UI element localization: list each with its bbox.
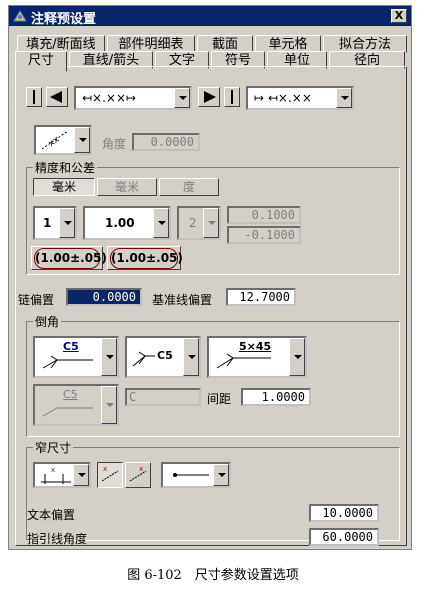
text-offset-field[interactable]: 10.0000 (309, 504, 379, 522)
chamfer-leader-icon (132, 351, 155, 367)
chamfer-style-c-combo[interactable]: 5×45 (207, 336, 307, 378)
tolerance-precision-combo[interactable]: 2 (177, 206, 221, 240)
chain-offset-label: 链偏置 (18, 293, 55, 307)
chevron-down-icon[interactable] (336, 88, 352, 108)
app-icon (13, 10, 27, 22)
narrow-dimension-icon: x (41, 466, 71, 484)
unit-degree-button[interactable]: 度 (159, 178, 219, 196)
baseline-offset-label: 基准线偏置 (152, 293, 213, 307)
tab-dimension[interactable]: 尺寸 (15, 51, 67, 72)
narrow-text-parallel-button[interactable]: x (125, 462, 151, 488)
leader-angle-field[interactable]: 60.0000 (309, 528, 379, 546)
extension-line-left-button[interactable] (26, 87, 42, 107)
arrow-right-icon (204, 91, 216, 103)
tolerance-type-value: 1.00 (105, 216, 135, 230)
annotation-preferences-dialog: 注释预设置 X 填充/断面线 部件明细表 截面 单元格 拟合方法 尺寸 直线/箭… (8, 5, 412, 550)
narrow-leader-combo[interactable] (161, 462, 231, 488)
svg-text:x: x (51, 466, 55, 474)
chevron-down-icon[interactable] (74, 127, 90, 153)
chevron-down-icon[interactable] (73, 464, 89, 486)
chevron-down-icon[interactable] (153, 208, 169, 238)
dimension-placement-combo[interactable]: ↤×.××↦ (74, 86, 192, 110)
lower-tolerance-field[interactable]: -0.1000 (227, 226, 301, 244)
angle-label: 角度 (102, 137, 127, 151)
narrow-parallel-icon: x (129, 465, 147, 482)
chevron-down-icon[interactable] (174, 88, 190, 108)
spacing-label: 间距 (207, 392, 232, 406)
extension-line-icon (231, 90, 233, 104)
tolerance-preset-a-button[interactable]: (1.00±.05) (31, 246, 107, 270)
upper-tolerance-field[interactable]: 0.1000 (227, 206, 301, 224)
tolerance-type-combo[interactable]: 1.00 (83, 206, 171, 240)
tolerance-preset-a: (1.00±.05) (34, 248, 107, 269)
arrow-left-button[interactable] (46, 87, 68, 107)
arrow-right-button[interactable] (198, 87, 220, 107)
narrow-style-combo[interactable]: x (33, 462, 91, 488)
extension-line-icon (33, 90, 35, 104)
tolerance-precision-value: 2 (189, 216, 197, 230)
precision-group-title: 精度和公差 (33, 159, 98, 176)
text-orientation-combo[interactable]: xx (34, 125, 92, 155)
dimension-panel: ↤×.××↦ ↦ ↤×.×× xx 角度 0.0000 精度和公差 毫米 毫米 … (15, 66, 407, 546)
aligned-text-icon: xx (41, 130, 69, 150)
unit-mm-button[interactable]: 毫米 (33, 178, 95, 196)
baseline-offset-field[interactable]: 12.7000 (226, 288, 296, 306)
text-offset-label: 文本偏置 (27, 508, 76, 522)
arrow-left-icon (50, 91, 62, 103)
svg-text:x: x (139, 465, 143, 473)
window-title: 注释预设置 (31, 12, 97, 27)
extension-line-right-button[interactable] (224, 87, 240, 107)
chevron-down-icon[interactable] (213, 464, 229, 486)
tolerance-preset-b-button[interactable]: (1.00±.05) (107, 246, 183, 270)
text-placement-value: ↦ ↤×.×× (254, 91, 312, 105)
precision-value: 1 (43, 216, 52, 230)
chevron-down-icon[interactable] (183, 338, 199, 376)
leader-angle-label: 指引线角度 (27, 532, 88, 546)
unit-mm-disabled-button[interactable]: 毫米 (97, 178, 157, 196)
leader-line-icon (173, 473, 209, 477)
chamfer-style-b-label: C5 (157, 349, 173, 362)
chamfer-style-b-combo[interactable]: C5 (125, 336, 201, 378)
chevron-down-icon[interactable] (289, 338, 305, 376)
dimension-placement-value: ↤×.××↦ (82, 91, 137, 105)
chevron-down-icon[interactable] (203, 208, 219, 238)
chamfer-style-c-label: 5×45 (239, 340, 272, 353)
narrow-group-title: 窄尺寸 (33, 439, 74, 456)
chamfer-disabled-combo[interactable]: C5 (33, 384, 119, 426)
precision-tolerance-group: 精度和公差 毫米 毫米 度 1 1.00 2 0.1000 -0.1000 (1… (26, 159, 400, 275)
text-placement-combo[interactable]: ↦ ↤×.×× (246, 86, 354, 110)
chain-offset-field[interactable]: 0.0000 (66, 288, 142, 306)
chevron-down-icon[interactable] (59, 208, 75, 238)
chamfer-disabled-label: C5 (63, 388, 78, 401)
narrow-dimension-group: 窄尺寸 x x x 文本偏置 10.0000 指引线角度 60.0000 (26, 439, 400, 546)
chevron-down-icon[interactable] (101, 338, 117, 376)
chamfer-style-a-combo[interactable]: C5 (33, 336, 119, 378)
figure-caption: 图 6-102 尺寸参数设置选项 (127, 568, 299, 583)
tolerance-preset-b: (1.00±.05) (110, 248, 183, 269)
title-bar: 注释预设置 X (9, 6, 411, 27)
precision-combo[interactable]: 1 (33, 206, 77, 240)
spacing-field[interactable]: 1.0000 (241, 388, 311, 406)
chamfer-group: 倒角 C5 C5 5×45 C5 C 间距 1.0000 (26, 313, 400, 437)
angle-field[interactable]: 0.0000 (132, 133, 200, 151)
narrow-aligned-icon: x (101, 465, 119, 482)
chamfer-style-a-label: C5 (63, 340, 79, 353)
chamfer-group-title: 倒角 (33, 313, 62, 330)
svg-text:x: x (103, 465, 107, 473)
narrow-text-aligned-button[interactable]: x (97, 462, 123, 488)
close-button[interactable]: X (391, 9, 407, 23)
chevron-down-icon[interactable] (101, 386, 117, 424)
chamfer-text-field[interactable]: C (125, 388, 201, 406)
